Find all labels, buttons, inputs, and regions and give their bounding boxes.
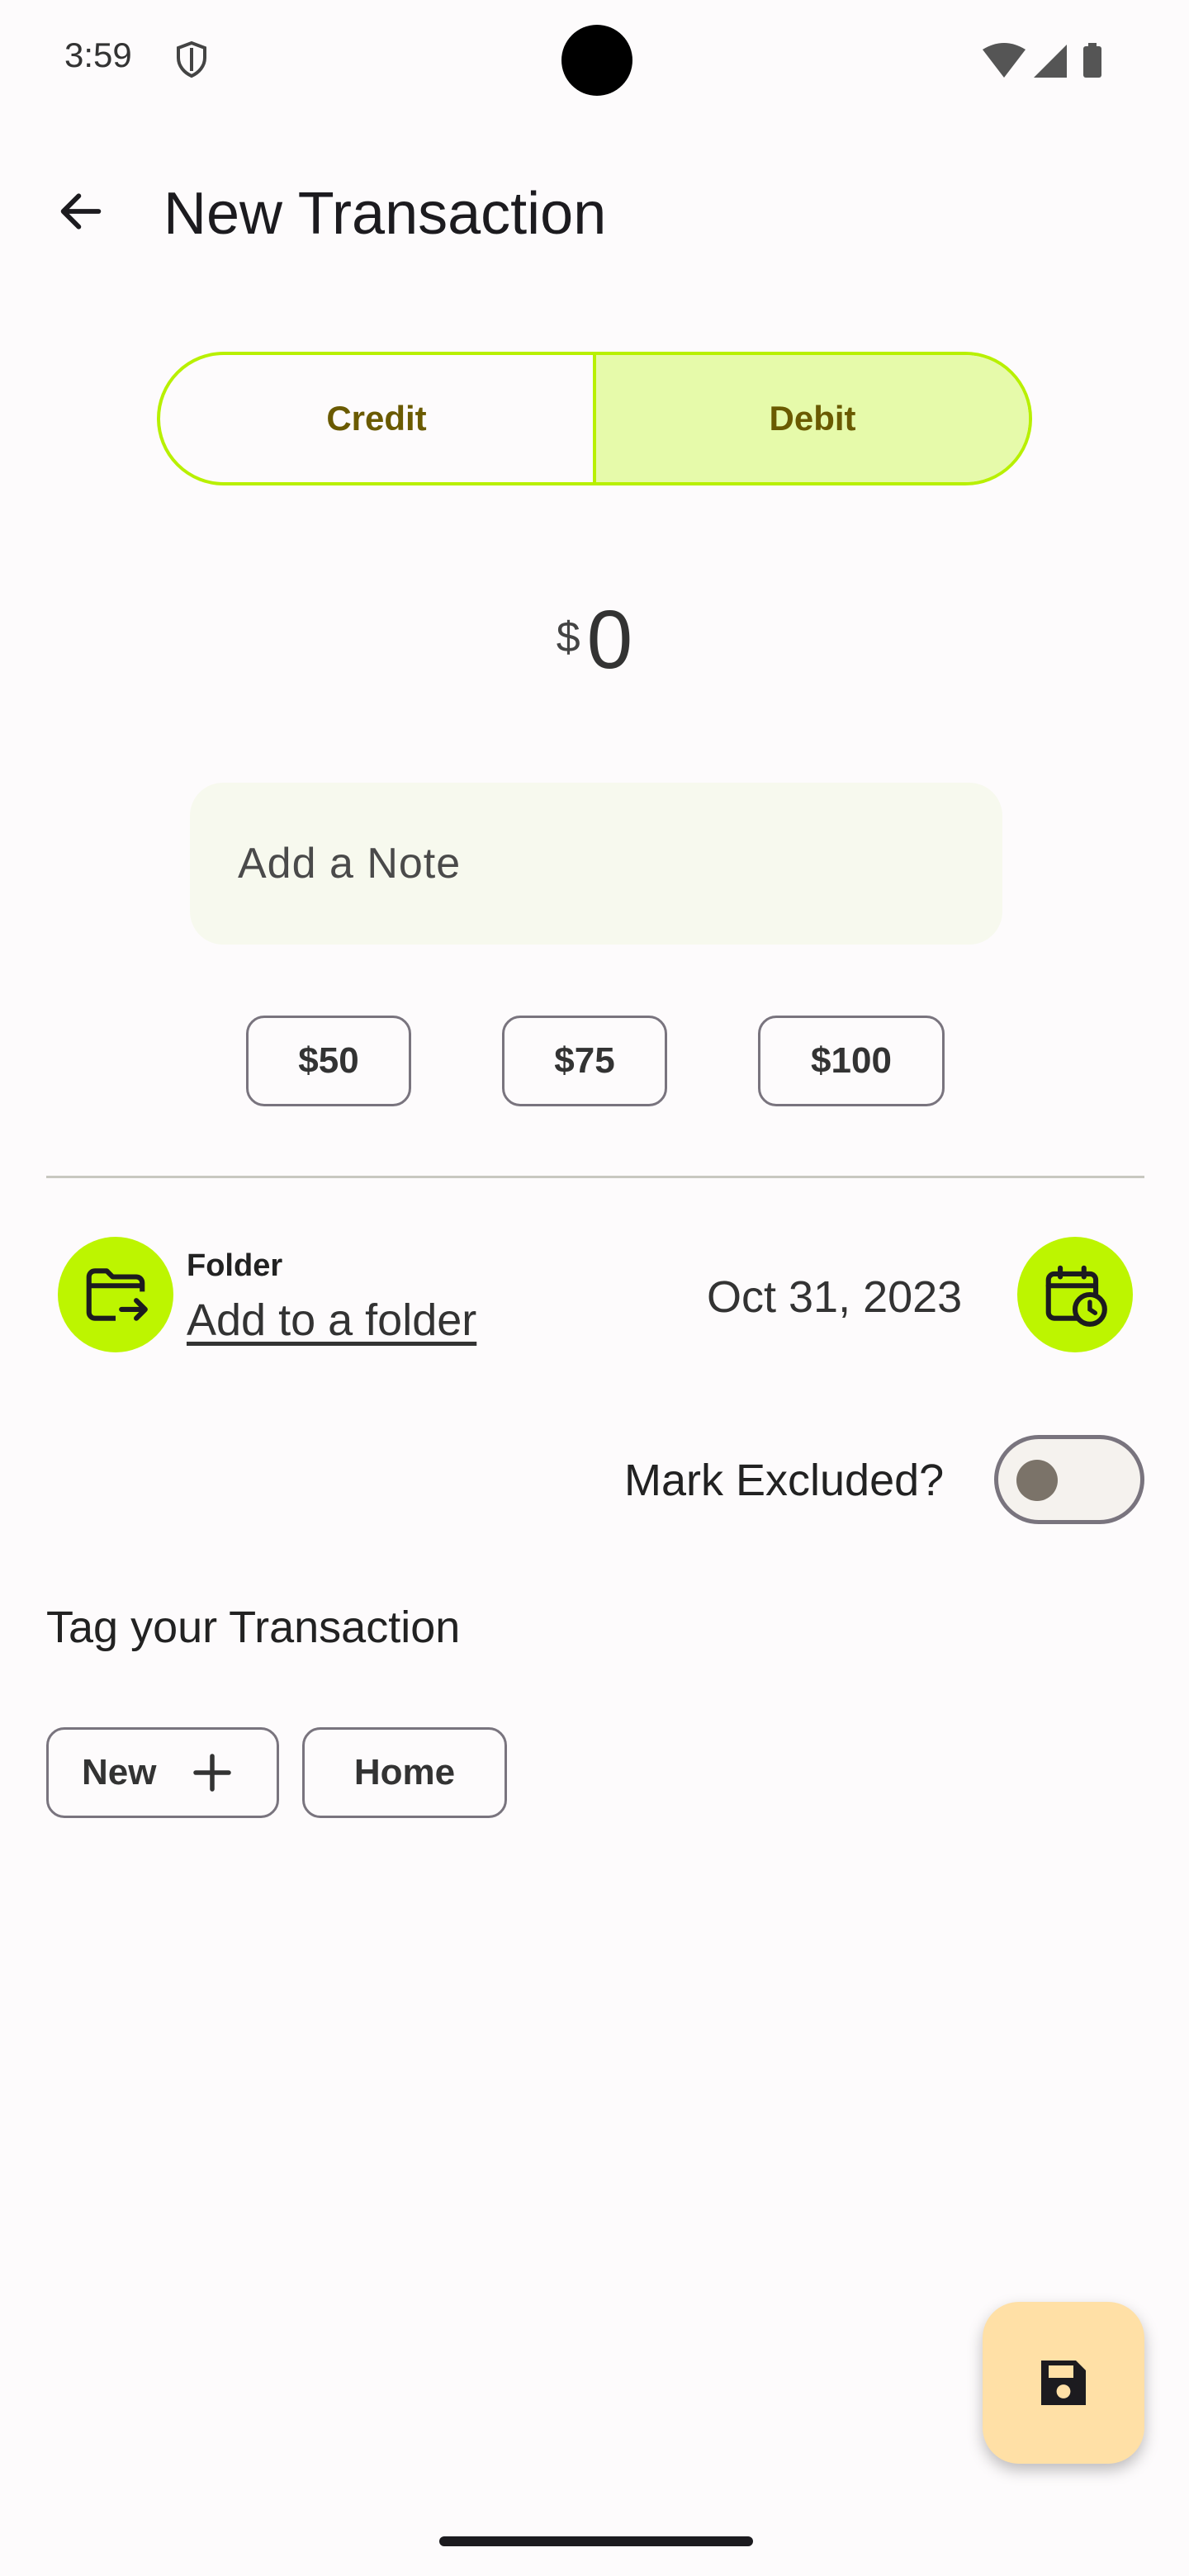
transaction-type-toggle: Credit Debit	[157, 352, 1032, 485]
folder-button[interactable]	[58, 1237, 173, 1352]
transaction-date[interactable]: Oct 31, 2023	[707, 1271, 962, 1323]
quick-amount-50-button[interactable]: $50	[246, 1016, 411, 1106]
back-button[interactable]	[46, 177, 116, 246]
currency-symbol: $	[556, 613, 580, 661]
divider	[46, 1176, 1144, 1178]
save-button[interactable]	[983, 2302, 1144, 2464]
amount-display[interactable]: $ 0	[0, 594, 1189, 685]
note-input[interactable]	[190, 783, 1002, 945]
home-indicator	[439, 2536, 753, 2546]
quick-amount-75-button[interactable]: $75	[502, 1016, 667, 1106]
save-icon	[1041, 2361, 1086, 2405]
quick-amount-100-button[interactable]: $100	[758, 1016, 945, 1106]
amount-value: 0	[586, 594, 633, 686]
signal-icon	[1034, 45, 1067, 78]
credit-segment[interactable]: Credit	[160, 355, 593, 482]
arrow-back-icon	[60, 193, 102, 230]
wifi-icon	[983, 43, 1026, 78]
battery-icon	[1083, 46, 1101, 78]
folder-label: Folder	[187, 1248, 283, 1283]
status-time: 3:59	[64, 36, 132, 74]
tag-chip-home[interactable]: Home	[302, 1727, 507, 1818]
mark-excluded-label: Mark Excluded?	[624, 1456, 945, 1505]
date-picker-button[interactable]	[1017, 1237, 1133, 1352]
tag-section-title: Tag your Transaction	[46, 1603, 461, 1652]
shield-icon	[177, 40, 206, 78]
status-icons	[983, 43, 1101, 78]
mark-excluded-switch[interactable]	[994, 1435, 1144, 1524]
calendar-clock-icon	[1045, 1265, 1107, 1327]
front-camera	[561, 25, 632, 96]
debit-segment[interactable]: Debit	[593, 355, 1029, 482]
folder-move-icon	[86, 1268, 148, 1321]
new-tag-label: New	[82, 1752, 157, 1792]
page-title: New Transaction	[163, 181, 607, 247]
new-tag-button[interactable]: New	[46, 1727, 279, 1818]
switch-knob	[1016, 1460, 1058, 1501]
add-to-folder-link[interactable]: Add to a folder	[187, 1295, 476, 1346]
plus-icon	[187, 1748, 237, 1797]
